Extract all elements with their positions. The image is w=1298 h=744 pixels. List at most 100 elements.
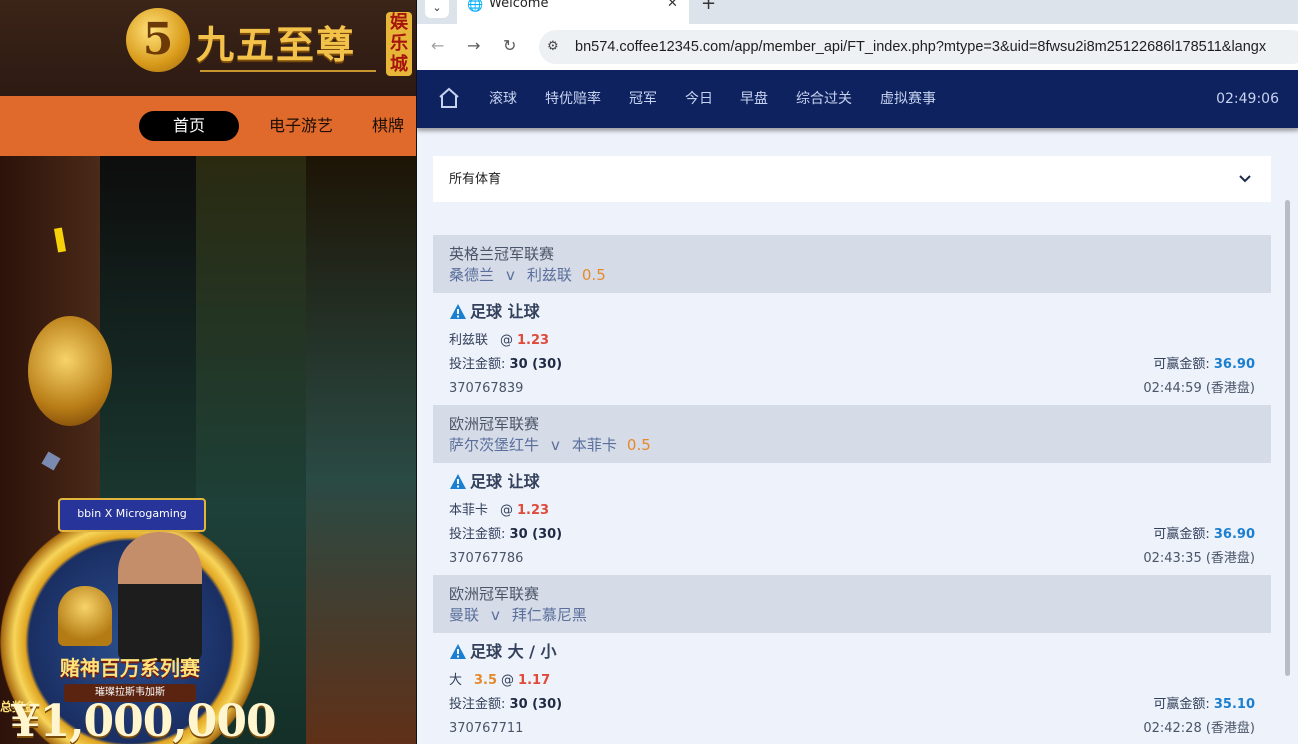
- match-teams: 桑德兰 v 利兹联 0.5: [449, 266, 606, 284]
- globe-icon: 🌐: [467, 0, 484, 13]
- odds-value: 1.17: [518, 673, 551, 688]
- odds-value: 1.23: [517, 333, 550, 348]
- bet-card-header: 欧洲冠军联赛 曼联 v 拜仁慕尼黑: [433, 575, 1271, 633]
- versus-label: v: [491, 606, 500, 624]
- bet-time: 02:44:59 (香港盘): [1143, 381, 1255, 396]
- bet-selection: 本菲卡 @1.23: [449, 503, 549, 519]
- potential-win: 可赢金额: 36.90: [1153, 357, 1255, 373]
- bet-selection: 利兹联 @1.23: [449, 333, 549, 349]
- promo-banner[interactable]: bbin X Microgaming 赌神百万系列赛 璀璨拉斯韦加斯 总奖金 ¥…: [0, 156, 416, 744]
- browser-window: ⌄ 🌐 Welcome ✕ + ← → ↻ ⚙ bn574.coffee1234…: [416, 0, 1298, 744]
- menu-outright[interactable]: 冠军: [629, 90, 657, 108]
- site-nav-games[interactable]: 电子游艺: [256, 111, 346, 141]
- win-label: 可赢金额:: [1153, 527, 1210, 542]
- promo-badge: bbin X Microgaming: [58, 498, 206, 532]
- home-icon[interactable]: [437, 86, 461, 110]
- bet-type: 足球 让球: [470, 302, 540, 321]
- selection-name: 大: [449, 673, 463, 688]
- ticket-id: 370767786: [449, 551, 524, 566]
- bet-selection: 大 3.5 @1.17: [449, 673, 550, 689]
- bet-type: 足球 让球: [470, 472, 540, 491]
- bet-card: 欧洲冠军联赛 曼联 v 拜仁慕尼黑 足球 大 / 小 大 3.5 @1.17 投注金额:…: [433, 575, 1271, 744]
- tab-bar: ⌄ 🌐 Welcome ✕ +: [417, 0, 1298, 24]
- win-label: 可赢金额:: [1153, 697, 1210, 712]
- back-icon[interactable]: ←: [431, 36, 444, 56]
- home-team: 曼联: [449, 606, 480, 624]
- stake-label: 投注金额:: [449, 527, 506, 542]
- bet-time: 02:43:35 (香港盘): [1143, 551, 1255, 566]
- stake: 投注金额: 30 (30): [449, 357, 562, 373]
- chevron-down-icon: [1239, 175, 1251, 183]
- site-header: 5 九五至尊 娱乐城: [0, 0, 416, 96]
- forward-icon[interactable]: →: [467, 36, 480, 56]
- bet-card: 英格兰冠军联赛 桑德兰 v 利兹联 0.5 足球 让球 利兹联 @1.23 投注金额: …: [433, 235, 1271, 405]
- new-tab-button[interactable]: +: [701, 0, 716, 14]
- site-nav-home[interactable]: 首页: [139, 111, 239, 141]
- ticket-id: 370767839: [449, 381, 524, 396]
- menu-early[interactable]: 早盘: [740, 90, 768, 108]
- site-nav: 首页 电子游艺 棋牌: [0, 96, 416, 156]
- at-symbol: @: [501, 673, 515, 688]
- match-teams: 萨尔茨堡红牛 v 本菲卡 0.5: [449, 436, 651, 454]
- total-line: 3.5: [474, 673, 498, 688]
- bet-type: 足球 大 / 小: [470, 642, 557, 661]
- win-amount: 35.10: [1213, 697, 1255, 712]
- menu-inplay[interactable]: 滚球: [489, 90, 517, 108]
- win-label: 可赢金额:: [1153, 357, 1210, 372]
- tab-welcome[interactable]: 🌐 Welcome ✕: [457, 0, 689, 24]
- jackpot-amount: ¥1,000,000: [10, 696, 277, 744]
- tab-close-button[interactable]: ✕: [667, 0, 678, 12]
- versus-label: v: [551, 436, 560, 454]
- promo-title: 赌神百万系列赛: [60, 656, 200, 680]
- sport-filter-dropdown[interactable]: 所有体育: [433, 156, 1271, 202]
- url-text[interactable]: bn574.coffee12345.com/app/member_api/FT_…: [575, 30, 1298, 64]
- menu-parlay[interactable]: 综合过关: [796, 90, 852, 108]
- page-content: 滚球 特优赔率 冠军 今日 早盘 综合过关 虚拟赛事 02:49:06 所有体育…: [417, 70, 1298, 744]
- logo-text: 九五至尊: [196, 22, 357, 67]
- league-name: 欧洲冠军联赛: [449, 415, 540, 433]
- stake: 投注金额: 30 (30): [449, 527, 562, 543]
- home-team: 桑德兰: [449, 266, 495, 284]
- warning-icon: [450, 474, 466, 489]
- stake-amount: 30 (30): [509, 697, 563, 712]
- top-menu-bar: 滚球 特优赔率 冠军 今日 早盘 综合过关 虚拟赛事 02:49:06: [417, 70, 1298, 128]
- gem-icon: [41, 451, 61, 471]
- stake: 投注金额: 30 (30): [449, 697, 562, 713]
- bet-card-body: 足球 让球 本菲卡 @1.23 投注金额: 30 (30) 可赢金额: 36.90…: [433, 463, 1271, 575]
- scrollbar[interactable]: [1285, 200, 1290, 676]
- coin-icon: [28, 316, 112, 426]
- selection-name: 利兹联: [449, 333, 489, 348]
- at-symbol: @: [500, 503, 514, 518]
- tab-title: Welcome: [489, 0, 549, 11]
- menu-virtual[interactable]: 虚拟赛事: [880, 90, 936, 108]
- reload-icon[interactable]: ↻: [503, 36, 516, 56]
- warning-icon: [450, 644, 466, 659]
- bet-card-body: 足球 让球 利兹联 @1.23 投注金额: 30 (30) 可赢金额: 36.90…: [433, 293, 1271, 405]
- away-team: 本菲卡: [571, 436, 617, 454]
- stake-label: 投注金额:: [449, 357, 506, 372]
- selection-name: 本菲卡: [449, 503, 489, 518]
- logo-tag: 娱乐城: [386, 12, 412, 76]
- site-nav-cards[interactable]: 棋牌: [372, 111, 416, 141]
- odds-value: 1.23: [517, 503, 550, 518]
- banner-panel: [306, 156, 416, 744]
- menu-best-odds[interactable]: 特优赔率: [545, 90, 601, 108]
- warning-icon: [450, 304, 466, 319]
- tab-search-button[interactable]: ⌄: [425, 0, 449, 18]
- menu-today[interactable]: 今日: [685, 90, 713, 108]
- match-teams: 曼联 v 拜仁慕尼黑: [449, 606, 587, 624]
- trophy-icon: [58, 586, 112, 646]
- at-symbol: @: [500, 333, 514, 348]
- potential-win: 可赢金额: 36.90: [1153, 527, 1255, 543]
- stake-amount: 30 (30): [509, 357, 563, 372]
- confetti-icon: [53, 227, 67, 253]
- stake-label: 投注金额:: [449, 697, 506, 712]
- site-info-icon[interactable]: ⚙: [547, 38, 559, 56]
- promo-person: [118, 532, 202, 662]
- address-bar[interactable]: ⚙ bn574.coffee12345.com/app/member_api/F…: [539, 30, 1298, 64]
- versus-label: v: [506, 266, 515, 284]
- handicap-value: 0.5: [581, 266, 606, 284]
- league-name: 英格兰冠军联赛: [449, 245, 555, 263]
- ticket-id: 370767711: [449, 721, 524, 736]
- win-amount: 36.90: [1213, 357, 1255, 372]
